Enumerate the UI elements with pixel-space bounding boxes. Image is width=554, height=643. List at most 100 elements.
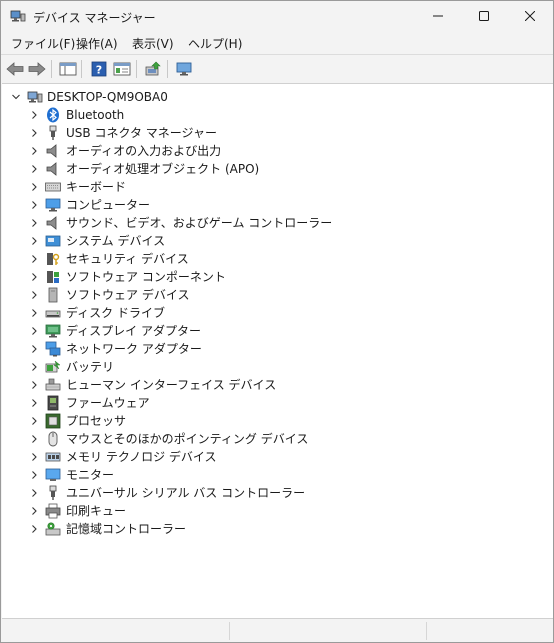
tree-item[interactable]: ファームウェア (2, 394, 542, 412)
menu-action[interactable]: 操作(A) (76, 35, 118, 52)
svg-text:?: ? (96, 64, 102, 77)
forward-button[interactable] (27, 59, 47, 79)
chevron-right-icon[interactable] (28, 127, 40, 139)
tree-item[interactable]: システム デバイス (2, 232, 542, 250)
chevron-right-icon[interactable] (28, 325, 40, 337)
chevron-right-icon[interactable] (28, 217, 40, 229)
tree-item-label: 記憶域コントローラー (66, 522, 187, 536)
tree-item[interactable]: マウスとそのほかのポインティング デバイス (2, 430, 542, 448)
chevron-right-icon[interactable] (28, 109, 40, 121)
tree-item[interactable]: バッテリ (2, 358, 542, 376)
tree-item[interactable]: メモリ テクノロジ デバイス (2, 448, 542, 466)
chevron-right-icon[interactable] (28, 523, 40, 535)
chevron-right-icon[interactable] (28, 271, 40, 283)
toolbar-separator (167, 60, 168, 78)
tree-item[interactable]: セキュリティ デバイス (2, 250, 542, 268)
help-icon: ? (91, 61, 107, 77)
speaker-icon (46, 216, 57, 230)
tree-item-label: ソフトウェア デバイス (66, 288, 190, 302)
menu-file[interactable]: ファイル(F) (11, 35, 75, 52)
tree-item-label: 印刷キュー (66, 504, 127, 518)
status-pane (426, 622, 552, 640)
chevron-right-icon[interactable] (28, 505, 40, 517)
maximize-button[interactable] (461, 1, 507, 31)
properties-button[interactable] (112, 59, 132, 79)
tree-item[interactable]: ヒューマン インターフェイス デバイス (2, 376, 542, 394)
tree-item[interactable]: ネットワーク アダプター (2, 340, 542, 358)
chevron-right-icon[interactable] (28, 487, 40, 499)
tree-item[interactable]: Bluetooth (2, 106, 542, 124)
tree-item-label: セキュリティ デバイス (66, 252, 189, 266)
chevron-right-icon[interactable] (28, 415, 40, 427)
disk-drive-icon (45, 310, 61, 318)
usb-connector-icon (49, 125, 57, 140)
chevron-right-icon[interactable] (28, 235, 40, 247)
speaker-icon (46, 162, 57, 176)
tree-item[interactable]: 印刷キュー (2, 502, 542, 520)
tree-item[interactable]: キーボード (2, 178, 542, 196)
tree-item[interactable]: USB コネクタ マネージャー (2, 124, 542, 142)
tree-item[interactable]: プロセッサ (2, 412, 542, 430)
chevron-right-icon[interactable] (28, 253, 40, 265)
tree-item[interactable]: オーディオ処理オブジェクト (APO) (2, 160, 542, 178)
forward-arrow-icon (28, 62, 46, 76)
chevron-right-icon[interactable] (28, 289, 40, 301)
tree-item[interactable]: サウンド、ビデオ、およびゲーム コントローラー (2, 214, 542, 232)
chevron-right-icon[interactable] (28, 361, 40, 373)
close-button[interactable] (507, 1, 553, 31)
minimize-button[interactable] (415, 1, 461, 31)
device-tree[interactable]: DESKTOP-QM9OBA0 Bluetooth USB コネクタ マネージャ… (2, 83, 553, 619)
chevron-right-icon[interactable] (28, 199, 40, 211)
chevron-right-icon[interactable] (28, 307, 40, 319)
help-button[interactable]: ? (89, 59, 109, 79)
tree-item[interactable]: ユニバーサル シリアル バス コントローラー (2, 484, 542, 502)
tree-item-label: オーディオの入力および出力 (66, 144, 222, 158)
tree-item-label: Bluetooth (66, 108, 125, 122)
chevron-right-icon[interactable] (28, 181, 40, 193)
tree-item[interactable]: ソフトウェア コンポーネント (2, 268, 542, 286)
tree-item-label: サウンド、ビデオ、およびゲーム コントローラー (66, 216, 333, 230)
scan-hardware-button[interactable] (174, 59, 194, 79)
chevron-right-icon[interactable] (28, 433, 40, 445)
title-bar[interactable]: デバイス マネージャー (1, 1, 553, 31)
chevron-right-icon[interactable] (28, 451, 40, 463)
tree-item[interactable]: オーディオの入力および出力 (2, 142, 542, 160)
tree-item[interactable]: ソフトウェア デバイス (2, 286, 542, 304)
tree-item-label: プロセッサ (66, 414, 127, 428)
tree-item-label: ソフトウェア コンポーネント (66, 270, 226, 284)
tree-item-label: マウスとそのほかのポインティング デバイス (66, 432, 309, 446)
chevron-right-icon[interactable] (28, 469, 40, 481)
chevron-right-icon[interactable] (28, 379, 40, 391)
tree-item-label: ユニバーサル シリアル バス コントローラー (66, 486, 306, 500)
menu-help[interactable]: ヘルプ(H) (188, 35, 242, 52)
tree-item[interactable]: ディスプレイ アダプター (2, 322, 542, 340)
software-device-icon (48, 287, 58, 303)
toolbar: ? (1, 54, 553, 82)
tree-item[interactable]: ディスク ドライブ (2, 304, 542, 322)
keyboard-icon (45, 182, 61, 192)
chevron-down-icon[interactable] (10, 91, 22, 103)
tree-item-label: USB コネクタ マネージャー (66, 126, 217, 140)
device-manager-window: デバイス マネージャー ファイル(F) 操作(A) 表示(V) ヘルプ(H) ?… (0, 0, 554, 643)
menu-bar: ファイル(F) 操作(A) 表示(V) ヘルプ(H) (1, 32, 553, 53)
chevron-right-icon[interactable] (28, 343, 40, 355)
toolbar-separator (136, 60, 137, 78)
toolbar-separator (81, 60, 82, 78)
window-title: デバイス マネージャー (33, 11, 156, 25)
chevron-right-icon[interactable] (28, 163, 40, 175)
system-device-icon (45, 235, 61, 247)
chevron-right-icon[interactable] (28, 145, 40, 157)
chevron-right-icon[interactable] (28, 397, 40, 409)
status-bar (1, 620, 553, 642)
back-button[interactable] (5, 59, 25, 79)
tree-item[interactable]: モニター (2, 466, 542, 484)
tree-item[interactable]: コンピューター (2, 196, 542, 214)
network-adapter-icon (45, 341, 61, 357)
tree-root[interactable]: DESKTOP-QM9OBA0 (2, 88, 542, 106)
firmware-icon (47, 395, 59, 411)
tree-item[interactable]: 記憶域コントローラー (2, 520, 542, 538)
update-driver-button[interactable] (143, 59, 163, 79)
tree-item-label: オーディオ処理オブジェクト (APO) (66, 162, 260, 176)
menu-view[interactable]: 表示(V) (132, 35, 174, 52)
show-hide-console-tree-button[interactable] (58, 59, 78, 79)
